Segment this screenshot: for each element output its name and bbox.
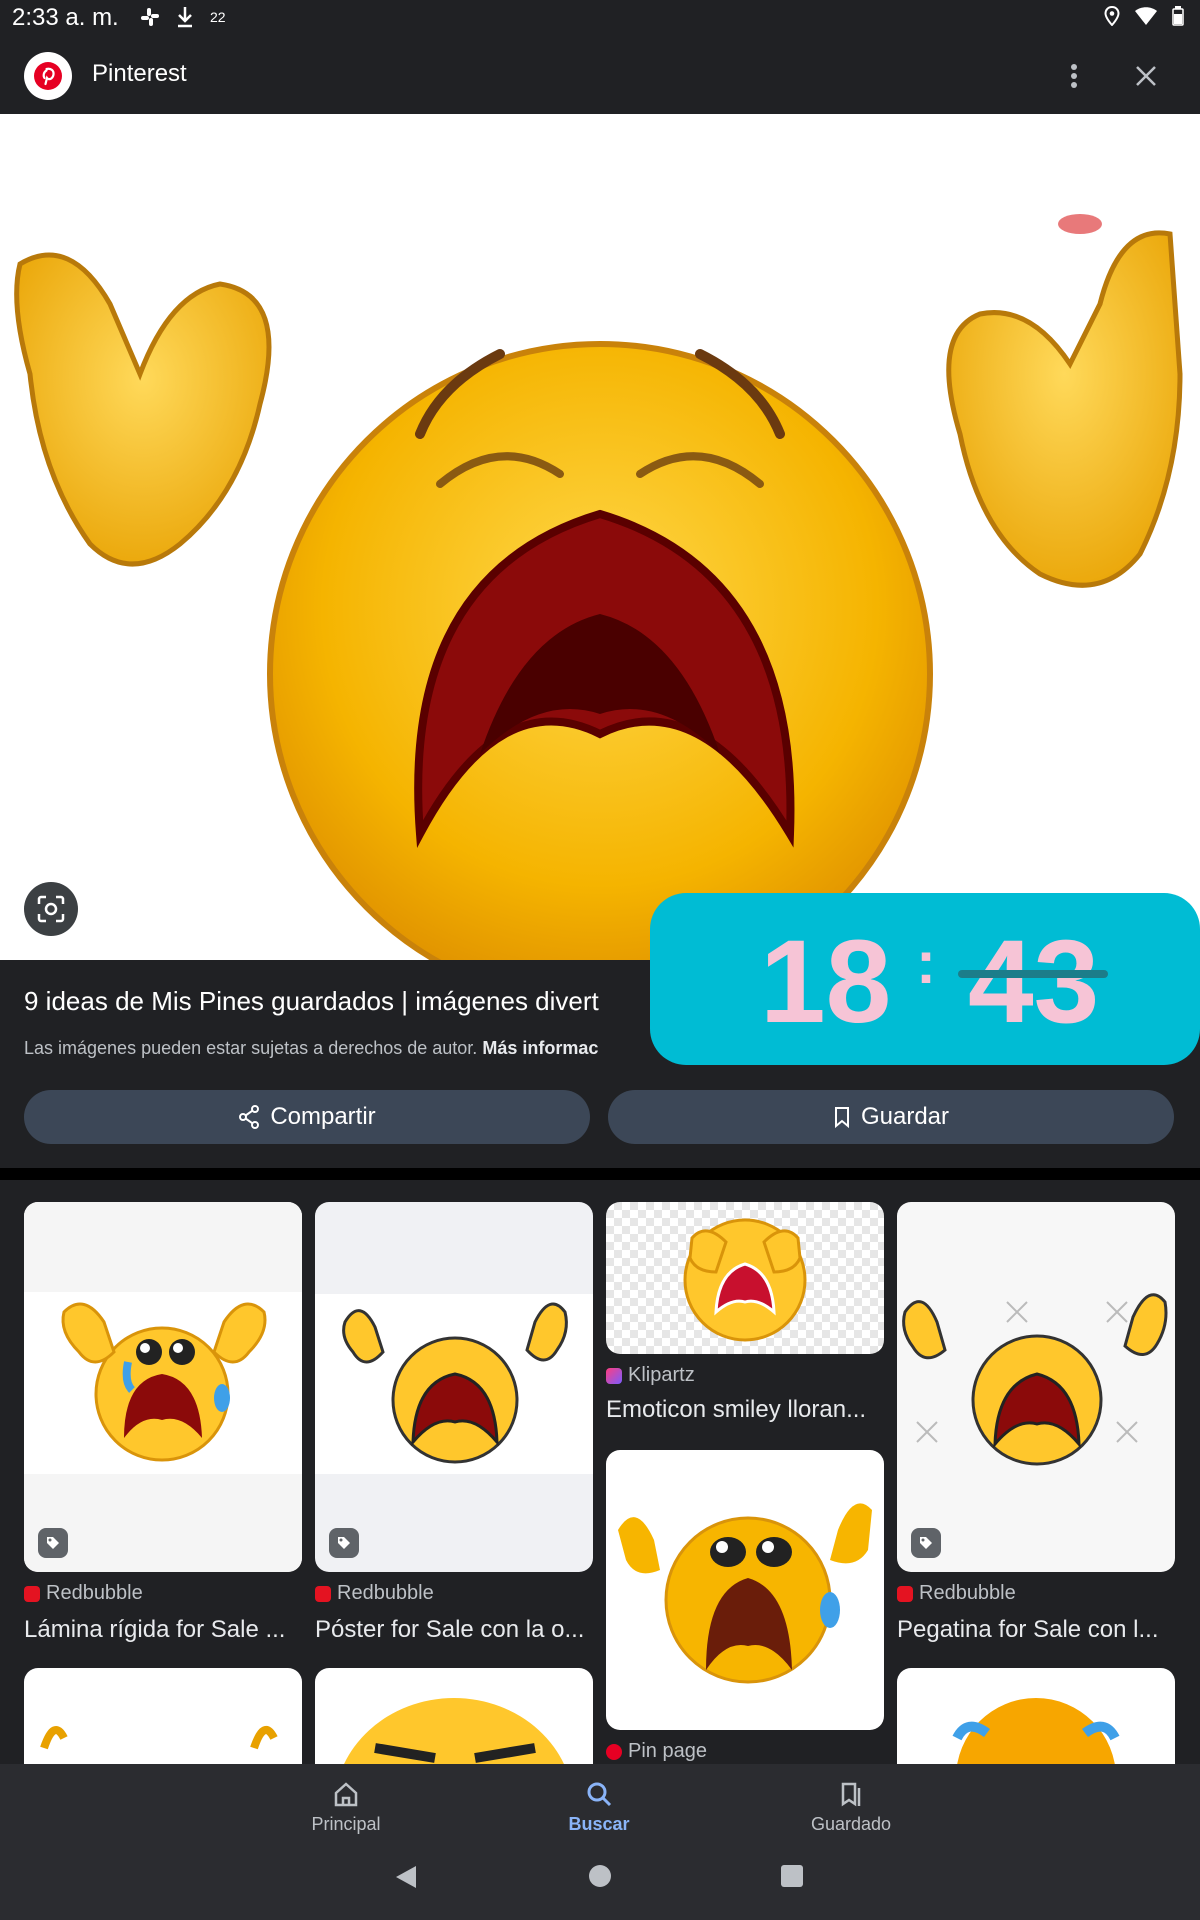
app-bar: Pinterest (0, 36, 1200, 114)
shopping-tag-icon (911, 1528, 941, 1558)
section-divider (0, 1168, 1200, 1180)
nav-search-label: Buscar (568, 1814, 630, 1834)
copyright-text: Las imágenes pueden estar sujetas a dere… (24, 1038, 478, 1058)
redbubble-icon (24, 1585, 40, 1602)
floating-clock-widget[interactable]: 18 : 43 (650, 893, 1200, 1065)
result-image-5[interactable] (897, 1202, 1175, 1572)
clock-minutes: 43 (968, 916, 1100, 1048)
clock-strike-line (958, 970, 1108, 978)
result-image-4[interactable] (606, 1450, 884, 1730)
result-image-3[interactable] (606, 1202, 884, 1354)
pinterest-source-icon (606, 1743, 622, 1760)
bottom-navigation: Principal Buscar Guardado (0, 1764, 1200, 1920)
result-source-1: Redbubble (24, 1582, 143, 1605)
pin-image[interactable] (0, 114, 1200, 960)
crying-emoji-thumb (606, 1202, 884, 1354)
system-recents-button[interactable] (780, 1864, 804, 1893)
result-caption-3[interactable]: Emoticon smiley lloran... (606, 1396, 884, 1424)
redbubble-icon (315, 1585, 331, 1602)
crying-emoji-thumb (315, 1294, 593, 1474)
save-button[interactable]: Guardar (608, 1090, 1174, 1144)
nav-saved[interactable]: Guardado (771, 1780, 931, 1835)
home-icon (334, 1782, 358, 1807)
result-image-1[interactable] (24, 1202, 302, 1572)
saved-collections-icon (841, 1782, 861, 1807)
save-label: Guardar (860, 1103, 950, 1130)
pin-title: 9 ideas de Mis Pines guardados | imágene… (24, 986, 599, 1016)
copyright-notice: Las imágenes pueden estar sujetas a dere… (24, 1038, 598, 1059)
app-title: Pinterest (92, 60, 187, 87)
system-back-button[interactable] (394, 1864, 418, 1895)
redbubble-icon (897, 1585, 913, 1602)
system-home-button[interactable] (588, 1864, 612, 1893)
shopping-tag-icon (38, 1528, 68, 1558)
clock-separator: : (916, 929, 936, 996)
result-source-3: Klipartz (606, 1364, 695, 1387)
result-source-2: Redbubble (315, 1582, 434, 1605)
nav-home[interactable]: Principal (266, 1780, 426, 1835)
result-source-4: Pin page (606, 1740, 707, 1763)
recents-square-icon (781, 1865, 803, 1887)
back-triangle-icon (396, 1866, 416, 1888)
pinterest-logo (24, 52, 72, 100)
search-icon (587, 1782, 612, 1807)
share-label: Compartir (270, 1103, 376, 1130)
result-image-8[interactable] (897, 1668, 1175, 1764)
related-results-grid: Redbubble Lámina rígida for Sale ... Red… (0, 1180, 1200, 1764)
google-lens-icon (37, 895, 65, 923)
battery-icon (1172, 6, 1184, 26)
nav-search[interactable]: Buscar (519, 1780, 679, 1835)
more-options-button[interactable] (1054, 56, 1094, 96)
more-vert-icon (1071, 64, 1077, 88)
share-icon (239, 1105, 260, 1129)
nav-saved-label: Guardado (810, 1814, 892, 1834)
lens-search-button[interactable] (24, 882, 78, 936)
emoji-hands-thumb (40, 1726, 278, 1750)
close-button[interactable] (1126, 56, 1166, 96)
result-image-6[interactable] (24, 1668, 302, 1764)
clock-hours: 18 (760, 916, 892, 1048)
klipartz-icon (606, 1367, 622, 1384)
slack-icon (141, 8, 159, 26)
status-time: 2:33 a. m. (12, 4, 119, 31)
crying-emoji-thumb (902, 1293, 1168, 1466)
result-image-2[interactable] (315, 1202, 593, 1572)
result-caption-5[interactable]: Pegatina for Sale con l... (897, 1616, 1175, 1644)
bookmark-icon (834, 1107, 849, 1128)
result-image-7[interactable] (315, 1668, 593, 1764)
result-source-5: Redbubble (897, 1582, 1016, 1605)
crying-emoji-thumb (618, 1503, 872, 1684)
nav-home-label: Principal (311, 1814, 381, 1834)
share-button[interactable]: Compartir (24, 1090, 590, 1144)
notification-count: 22 (210, 9, 226, 25)
crying-emoji-image (14, 214, 1183, 960)
location-icon (1104, 6, 1120, 26)
status-bar: 2:33 a. m. 22 (0, 0, 1200, 36)
crying-emoji-thumb (24, 1202, 302, 1572)
wifi-icon (1135, 7, 1157, 25)
result-caption-2[interactable]: Póster for Sale con la o... (315, 1616, 593, 1644)
result-caption-1[interactable]: Lámina rígida for Sale ... (24, 1616, 302, 1644)
laughing-crying-emoji-thumb (952, 1698, 1120, 1764)
angry-emoji-thumb (344, 1698, 564, 1764)
close-icon (1136, 66, 1156, 86)
shopping-tag-icon (329, 1528, 359, 1558)
pinterest-logo-icon (34, 62, 62, 90)
download-icon (178, 7, 192, 28)
home-circle-icon (589, 1865, 611, 1887)
learn-more-link[interactable]: Más informac (482, 1038, 598, 1058)
